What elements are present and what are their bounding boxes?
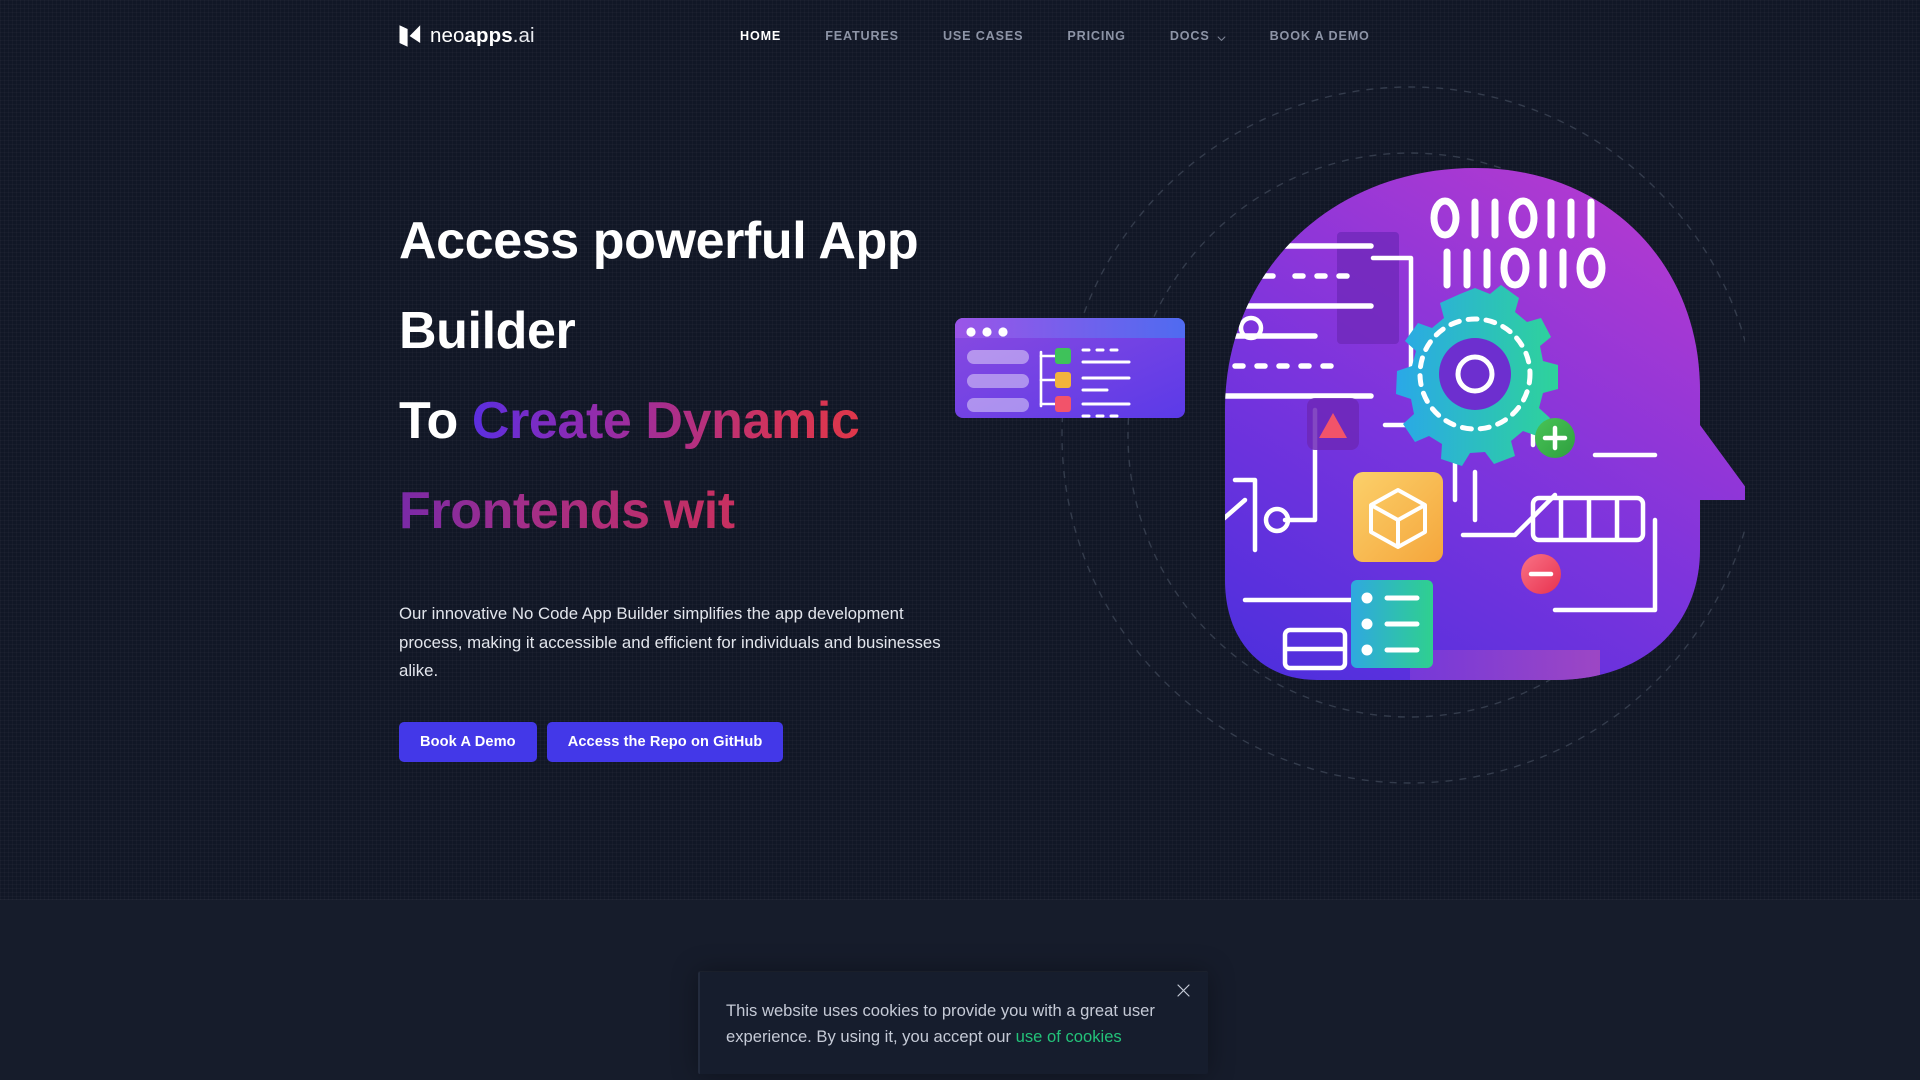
book-a-demo-button[interactable]: Book A Demo [399, 721, 537, 762]
headline-line-3-static: To [399, 392, 472, 450]
cube-chip-icon [1353, 472, 1443, 562]
access-repo-github-button[interactable]: Access the Repo on GitHub [546, 721, 784, 762]
window-sidebar-rows [967, 350, 1029, 412]
nav-item-home[interactable]: HOME [718, 23, 803, 49]
hero-cta-row: Book A Demo Access the Repo on GitHub [399, 721, 1019, 762]
nav-item-features-label: FEATURES [825, 29, 899, 43]
node-red [1055, 396, 1071, 412]
nav-item-features[interactable]: FEATURES [803, 23, 921, 49]
nav-item-use-cases-label: USE CASES [942, 29, 1024, 43]
nav-item-book-a-demo-label: BOOK A DEMO [1269, 29, 1370, 43]
cookie-close-button[interactable] [1172, 981, 1194, 1003]
neck-block [1410, 650, 1600, 680]
main-navigation: neoapps.ai HOME FEATURES USE CASES PRICI… [0, 0, 1920, 72]
headline-line-3-gradient: Create Dynamic [471, 392, 860, 450]
window-dots [966, 327, 1008, 337]
neoapps-logo-mark-icon [399, 24, 421, 48]
nav-menu: HOME FEATURES USE CASES PRICING DOCS BOO… [718, 23, 1392, 49]
nav-item-use-cases[interactable]: USE CASES [921, 23, 1045, 49]
brand-logo-link[interactable]: neoapps.ai [399, 24, 535, 48]
hero-paragraph: Our innovative No Code App Builder simpl… [399, 604, 941, 680]
nav-item-docs[interactable]: DOCS [1148, 23, 1248, 49]
headline-line-2: Builder [399, 302, 576, 360]
node-amber [1055, 372, 1071, 388]
hero-section: neoapps.ai HOME FEATURES USE CASES PRICI… [0, 0, 1920, 900]
brand-wordmark: neoapps.ai [430, 24, 535, 48]
headline-line-1: Access powerful App [399, 212, 919, 270]
node-green [1055, 348, 1071, 364]
brand-name-bold: apps [464, 24, 513, 47]
server-stack-icon [1351, 580, 1433, 668]
brand-name-prefix: neo [430, 24, 465, 47]
page-title: Access powerful App Builder To Create Dy… [399, 196, 1019, 556]
close-icon [1176, 984, 1190, 1000]
brand-name-tld: .ai [512, 24, 535, 47]
nav-item-pricing-label: PRICING [1067, 29, 1126, 43]
nav-item-book-a-demo[interactable]: BOOK A DEMO [1248, 23, 1392, 49]
app-builder-window [955, 318, 1185, 418]
hero-copy: Access powerful App Builder To Create Dy… [399, 196, 1019, 762]
chevron-down-icon [1217, 32, 1226, 41]
nav-item-docs-label: DOCS [1169, 29, 1210, 43]
cookie-consent-banner: This website uses cookies to provide you… [698, 972, 1208, 1074]
plus-badge-icon [1535, 418, 1575, 458]
minus-badge-icon [1521, 554, 1561, 594]
cookie-consent-text: This website uses cookies to provide you… [726, 998, 1164, 1050]
triangle-badge-icon [1307, 398, 1359, 450]
ai-head-app-builder-illustration [955, 80, 1745, 820]
use-of-cookies-link[interactable]: use of cookies [1016, 1027, 1122, 1046]
nav-item-home-label: HOME [740, 29, 782, 43]
headline-line-3: To Create Dynamic [399, 376, 1019, 466]
nav-item-pricing[interactable]: PRICING [1045, 23, 1147, 49]
doc-panel [1337, 232, 1399, 344]
headline-line-4-gradient: Frontends wit [399, 466, 1019, 556]
